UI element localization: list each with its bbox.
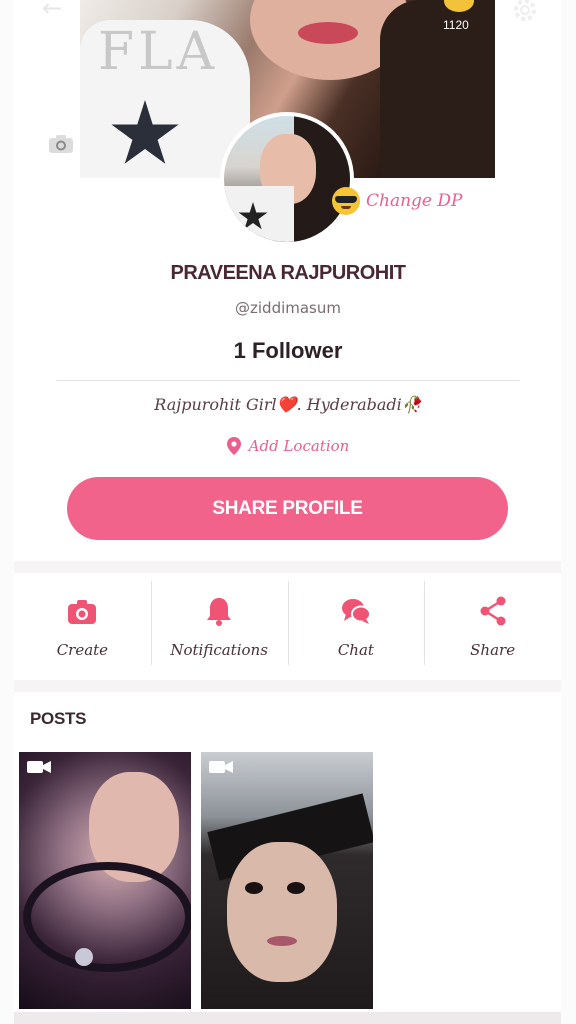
chat-label: Chat	[337, 640, 374, 659]
follower-count[interactable]: 1 Follower	[0, 338, 576, 364]
profile-handle: @ziddimasum	[235, 299, 341, 317]
section-separator	[14, 561, 561, 573]
chat-action[interactable]: Chat	[287, 573, 425, 680]
share-action[interactable]: Share	[424, 573, 561, 680]
create-label: Create	[56, 640, 109, 659]
right-gutter	[561, 0, 576, 1024]
post-thumbnail[interactable]	[19, 752, 191, 1009]
back-arrow-icon[interactable]: ←	[42, 0, 68, 20]
left-gutter	[0, 0, 14, 1024]
coin-count: 1120	[443, 18, 469, 32]
post-thumbnail[interactable]	[201, 752, 373, 1009]
settings-gear-icon[interactable]	[512, 0, 538, 24]
bell-icon	[207, 597, 232, 626]
profile-bio: Rajpurohit Girl❤️. Hyderabadi🥀	[154, 395, 422, 414]
video-camera-icon	[209, 761, 233, 773]
action-bar: Create Notifications Chat Share	[14, 573, 561, 680]
camera-icon	[68, 599, 97, 624]
notifications-label: Notifications	[170, 640, 268, 659]
video-camera-icon	[27, 761, 51, 773]
add-location-label: Add Location	[248, 437, 350, 455]
section-separator	[14, 680, 561, 692]
profile-avatar[interactable]	[220, 112, 354, 246]
share-profile-button[interactable]: SHARE PROFILE	[67, 477, 508, 540]
divider	[56, 380, 520, 381]
chat-bubbles-icon	[341, 598, 371, 624]
share-icon	[480, 596, 506, 625]
profile-name: PRAVEENA RAJPUROHIT	[170, 262, 406, 284]
add-location-button[interactable]: Add Location	[0, 437, 576, 455]
location-pin-icon	[226, 437, 241, 455]
notifications-action[interactable]: Notifications	[150, 573, 288, 680]
share-label: Share	[470, 640, 516, 659]
change-dp-button[interactable]: Change DP	[332, 186, 462, 216]
change-dp-label: Change DP	[366, 191, 463, 211]
sunglasses-emoji-icon	[332, 187, 360, 215]
cover-camera-icon[interactable]	[48, 134, 74, 154]
create-action[interactable]: Create	[14, 573, 151, 680]
posts-heading: POSTS	[30, 709, 87, 728]
bottom-edge	[14, 1012, 561, 1024]
